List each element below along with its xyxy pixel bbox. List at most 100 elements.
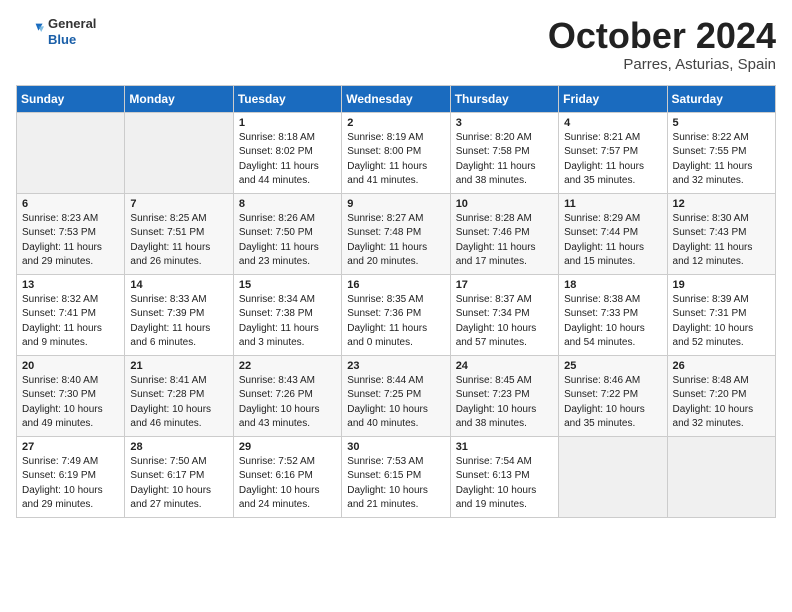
header-row: SundayMondayTuesdayWednesdayThursdayFrid…	[17, 85, 776, 112]
day-number: 15	[239, 279, 336, 291]
calendar-cell: 28Sunrise: 7:50 AM Sunset: 6:17 PM Dayli…	[125, 436, 233, 517]
calendar-cell: 24Sunrise: 8:45 AM Sunset: 7:23 PM Dayli…	[450, 355, 558, 436]
day-number: 4	[564, 117, 661, 129]
day-number: 17	[456, 279, 553, 291]
calendar-cell: 6 Sunrise: 8:23 AM Sunset: 7:53 PM Daylig…	[17, 193, 125, 274]
calendar-cell: 30Sunrise: 7:53 AM Sunset: 6:15 PM Dayli…	[342, 436, 450, 517]
day-info: Sunrise: 8:32 AM Sunset: 7:41 PM Dayligh…	[22, 293, 119, 351]
calendar-cell: 4Sunrise: 8:21 AM Sunset: 7:57 PM Daylig…	[559, 112, 667, 193]
location: Parres, Asturias, Spain	[548, 56, 776, 73]
day-number: 7	[130, 198, 227, 210]
calendar-cell: 25 Sunrise: 8:46 AM Sunset: 7:22 PM Dayli…	[559, 355, 667, 436]
calendar-body: 1 Sunrise: 8:18 AM Sunset: 8:02 PM Daylig…	[17, 112, 776, 517]
day-number: 28	[130, 441, 227, 453]
day-info: Sunrise: 8:44 AM Sunset: 7:25 PM Dayligh…	[347, 374, 444, 432]
day-number: 31	[456, 441, 553, 453]
calendar-cell: 7 Sunrise: 8:25 AM Sunset: 7:51 PM Daylig…	[125, 193, 233, 274]
calendar-cell: 5 Sunrise: 8:22 AM Sunset: 7:55 PM Daylig…	[667, 112, 775, 193]
calendar-header: SundayMondayTuesdayWednesdayThursdayFrid…	[17, 85, 776, 112]
day-info: Sunrise: 7:49 AM Sunset: 6:19 PM Dayligh…	[22, 455, 119, 513]
calendar-cell: 2 Sunrise: 8:19 AM Sunset: 8:00 PM Daylig…	[342, 112, 450, 193]
week-row-3: 13 Sunrise: 8:32 AM Sunset: 7:41 PM Dayli…	[17, 274, 776, 355]
day-number: 13	[22, 279, 119, 291]
day-number: 21	[130, 360, 227, 372]
day-number: 25	[564, 360, 661, 372]
logo-text: General Blue	[48, 16, 96, 47]
day-info: Sunrise: 8:30 AM Sunset: 7:43 PM Dayligh…	[673, 212, 770, 270]
day-info: Sunrise: 8:28 AM Sunset: 7:46 PM Dayligh…	[456, 212, 553, 270]
calendar-cell: 27 Sunrise: 7:49 AM Sunset: 6:19 PM Dayli…	[17, 436, 125, 517]
logo-icon	[16, 18, 44, 46]
week-row-2: 6 Sunrise: 8:23 AM Sunset: 7:53 PM Daylig…	[17, 193, 776, 274]
calendar-cell: 13 Sunrise: 8:32 AM Sunset: 7:41 PM Dayli…	[17, 274, 125, 355]
header-day-tuesday: Tuesday	[233, 85, 341, 112]
calendar-cell: 8 Sunrise: 8:26 AM Sunset: 7:50 PM Daylig…	[233, 193, 341, 274]
day-info: Sunrise: 8:23 AM Sunset: 7:53 PM Dayligh…	[22, 212, 119, 270]
day-number: 18	[564, 279, 661, 291]
day-number: 5	[673, 117, 770, 129]
day-info: Sunrise: 8:20 AM Sunset: 7:58 PM Dayligh…	[456, 131, 553, 189]
title-block: October 2024 Parres, Asturias, Spain	[548, 16, 776, 73]
day-number: 1	[239, 117, 336, 129]
day-info: Sunrise: 8:26 AM Sunset: 7:50 PM Dayligh…	[239, 212, 336, 270]
day-number: 19	[673, 279, 770, 291]
day-number: 6	[22, 198, 119, 210]
day-info: Sunrise: 8:18 AM Sunset: 8:02 PM Dayligh…	[239, 131, 336, 189]
calendar-cell: 3 Sunrise: 8:20 AM Sunset: 7:58 PM Daylig…	[450, 112, 558, 193]
calendar-cell: 29 Sunrise: 7:52 AM Sunset: 6:16 PM Dayli…	[233, 436, 341, 517]
header-day-saturday: Saturday	[667, 85, 775, 112]
header-day-wednesday: Wednesday	[342, 85, 450, 112]
calendar-cell	[17, 112, 125, 193]
day-info: Sunrise: 8:25 AM Sunset: 7:51 PM Dayligh…	[130, 212, 227, 270]
logo-blue: Blue	[48, 32, 96, 48]
calendar-cell: 15 Sunrise: 8:34 AM Sunset: 7:38 PM Dayli…	[233, 274, 341, 355]
day-info: Sunrise: 8:40 AM Sunset: 7:30 PM Dayligh…	[22, 374, 119, 432]
day-info: Sunrise: 8:46 AM Sunset: 7:22 PM Dayligh…	[564, 374, 661, 432]
calendar-cell: 14Sunrise: 8:33 AM Sunset: 7:39 PM Dayli…	[125, 274, 233, 355]
day-number: 3	[456, 117, 553, 129]
day-info: Sunrise: 8:19 AM Sunset: 8:00 PM Dayligh…	[347, 131, 444, 189]
calendar-cell: 17 Sunrise: 8:37 AM Sunset: 7:34 PM Dayli…	[450, 274, 558, 355]
header-day-sunday: Sunday	[17, 85, 125, 112]
calendar-cell: 19 Sunrise: 8:39 AM Sunset: 7:31 PM Dayli…	[667, 274, 775, 355]
page-header: General Blue October 2024 Parres, Asturi…	[16, 16, 776, 73]
day-number: 29	[239, 441, 336, 453]
day-number: 2	[347, 117, 444, 129]
week-row-1: 1 Sunrise: 8:18 AM Sunset: 8:02 PM Daylig…	[17, 112, 776, 193]
calendar-cell: 20 Sunrise: 8:40 AM Sunset: 7:30 PM Dayli…	[17, 355, 125, 436]
day-number: 20	[22, 360, 119, 372]
day-number: 27	[22, 441, 119, 453]
day-number: 12	[673, 198, 770, 210]
day-info: Sunrise: 8:33 AM Sunset: 7:39 PM Dayligh…	[130, 293, 227, 351]
logo-general: General	[48, 16, 96, 32]
calendar-cell: 26Sunrise: 8:48 AM Sunset: 7:20 PM Dayli…	[667, 355, 775, 436]
calendar-cell: 10Sunrise: 8:28 AM Sunset: 7:46 PM Dayli…	[450, 193, 558, 274]
day-number: 23	[347, 360, 444, 372]
calendar-cell: 22 Sunrise: 8:43 AM Sunset: 7:26 PM Dayli…	[233, 355, 341, 436]
calendar-cell	[559, 436, 667, 517]
header-day-thursday: Thursday	[450, 85, 558, 112]
calendar-cell: 31 Sunrise: 7:54 AM Sunset: 6:13 PM Dayli…	[450, 436, 558, 517]
day-number: 22	[239, 360, 336, 372]
day-info: Sunrise: 8:22 AM Sunset: 7:55 PM Dayligh…	[673, 131, 770, 189]
calendar-cell: 23 Sunrise: 8:44 AM Sunset: 7:25 PM Dayli…	[342, 355, 450, 436]
day-info: Sunrise: 7:53 AM Sunset: 6:15 PM Dayligh…	[347, 455, 444, 513]
day-info: Sunrise: 7:52 AM Sunset: 6:16 PM Dayligh…	[239, 455, 336, 513]
week-row-4: 20 Sunrise: 8:40 AM Sunset: 7:30 PM Dayli…	[17, 355, 776, 436]
day-number: 26	[673, 360, 770, 372]
day-info: Sunrise: 8:37 AM Sunset: 7:34 PM Dayligh…	[456, 293, 553, 351]
calendar-cell	[125, 112, 233, 193]
day-info: Sunrise: 7:54 AM Sunset: 6:13 PM Dayligh…	[456, 455, 553, 513]
day-info: Sunrise: 8:27 AM Sunset: 7:48 PM Dayligh…	[347, 212, 444, 270]
day-info: Sunrise: 8:34 AM Sunset: 7:38 PM Dayligh…	[239, 293, 336, 351]
month-title: October 2024	[548, 16, 776, 56]
day-info: Sunrise: 8:35 AM Sunset: 7:36 PM Dayligh…	[347, 293, 444, 351]
day-number: 8	[239, 198, 336, 210]
day-info: Sunrise: 8:43 AM Sunset: 7:26 PM Dayligh…	[239, 374, 336, 432]
day-info: Sunrise: 8:39 AM Sunset: 7:31 PM Dayligh…	[673, 293, 770, 351]
day-info: Sunrise: 8:29 AM Sunset: 7:44 PM Dayligh…	[564, 212, 661, 270]
calendar-cell: 11Sunrise: 8:29 AM Sunset: 7:44 PM Dayli…	[559, 193, 667, 274]
day-number: 16	[347, 279, 444, 291]
header-day-friday: Friday	[559, 85, 667, 112]
day-number: 9	[347, 198, 444, 210]
